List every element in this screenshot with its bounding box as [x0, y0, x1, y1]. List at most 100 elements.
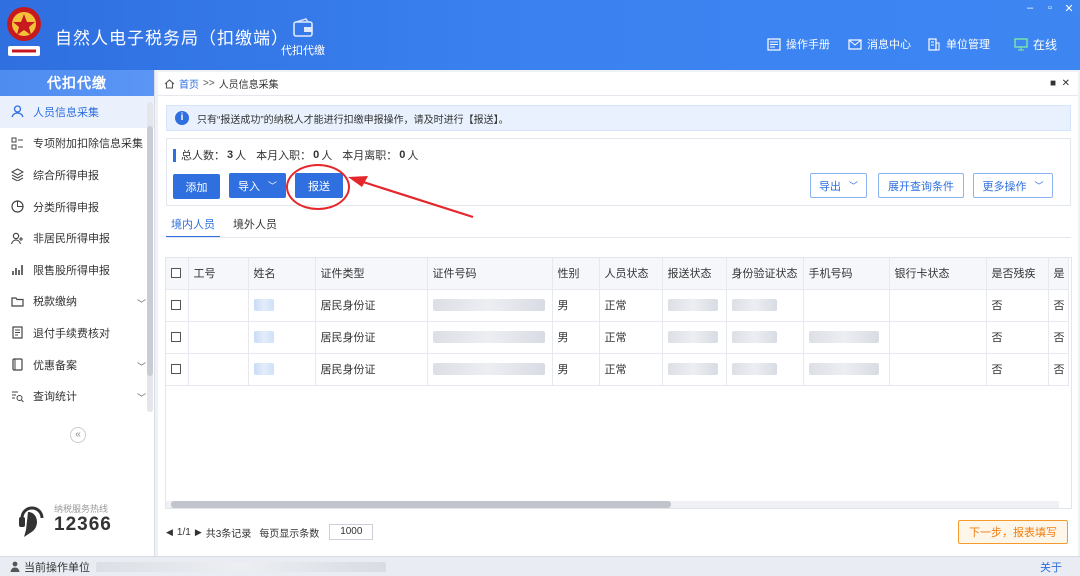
tabs-divider [166, 237, 1071, 238]
sidebar-item-label: 优惠备案 [33, 359, 77, 372]
tab-overseas[interactable]: 境外人员 [228, 216, 282, 238]
next-step-button[interactable]: 下一步，报表填写 [958, 520, 1068, 544]
breadcrumb-separator: >> [203, 78, 215, 89]
col-header: 性别 [552, 258, 600, 290]
col-header: 身份验证状态 [726, 258, 804, 290]
sidebar-item-label: 退付手续费核对 [33, 327, 110, 340]
sidebar-item-comprehensive-income[interactable]: 综合所得申报 [0, 159, 154, 191]
sidebar-item-tax-payment[interactable]: 税款缴纳 ﹀ [0, 286, 154, 318]
submit-status-cell [662, 321, 727, 354]
redacted-name [253, 299, 274, 312]
module-withholding[interactable]: 代扣代缴 [278, 18, 328, 58]
redacted-verify-status [731, 299, 777, 312]
table-horizontal-scrollbar[interactable] [166, 501, 1059, 508]
joined-count: 0 [313, 149, 320, 161]
search-list-icon [10, 389, 24, 403]
close-tab-icon[interactable]: ■ ✕ [1050, 78, 1070, 89]
about-link[interactable]: 关于 [1040, 559, 1062, 575]
sidebar-item-personnel-info[interactable]: 人员信息采集 [0, 96, 154, 128]
hotline-panel: 纳税服务热线 12366 [16, 498, 146, 543]
status-cell: 正常 [599, 321, 663, 354]
employee-id-cell [188, 321, 249, 354]
layers-icon [10, 168, 24, 182]
table-row[interactable]: 居民身份证 男 正常 否 否 [166, 353, 1069, 386]
maximize-button[interactable]: ▫ [1043, 2, 1057, 14]
bank-card-cell [889, 353, 987, 386]
sidebar-item-special-deduction[interactable]: 专项附加扣除信息采集 [0, 128, 154, 160]
table-header-row: 工号 姓名 证件类型 证件号码 性别 人员状态 报送状态 身份验证状态 手机号码… [166, 258, 1069, 290]
monitor-icon [1014, 38, 1028, 51]
more-actions-button[interactable]: 更多操作 ﹀ [973, 173, 1053, 198]
collapse-sidebar-button[interactable]: « [70, 427, 86, 443]
tab-domestic[interactable]: 境内人员 [166, 216, 220, 238]
per-page-label: 每页显示条数 [259, 528, 320, 540]
unit-management-button[interactable]: 单位管理 [927, 36, 990, 52]
col-header: 是否残疾 [986, 258, 1049, 290]
more-actions-label: 更多操作 [982, 180, 1027, 193]
online-status[interactable]: 在线 [1014, 36, 1057, 53]
sidebar-item-label: 限售股所得申报 [33, 264, 110, 277]
mail-icon [848, 38, 862, 50]
disabled-cell: 否 [986, 353, 1049, 386]
col-header: 手机号码 [803, 258, 890, 290]
extra-cell: 否 [1048, 321, 1069, 354]
manual-button[interactable]: 操作手册 [767, 36, 830, 52]
col-header: 证件号码 [427, 258, 553, 290]
wallet-icon [293, 18, 313, 37]
bank-card-cell [889, 321, 987, 354]
page-indicator: 1/1 [176, 526, 191, 538]
row-checkbox[interactable] [171, 300, 181, 311]
table-row[interactable]: 居民身份证 男 正常 否 否 [166, 321, 1069, 354]
import-dropdown-button[interactable]: 导入 ﹀ [229, 173, 286, 198]
redacted-verify-status [731, 331, 777, 344]
bar-chart-icon [10, 263, 24, 277]
prev-page-icon[interactable]: ◀ [166, 527, 173, 538]
left-unit: 人 [407, 150, 419, 162]
pagination: ◀ 1/1 ▶ 共3条记录 每页显示条数 1000 [166, 524, 374, 540]
table-row[interactable]: 居民身份证 男 正常 否 否 [166, 289, 1069, 322]
redacted-submit-status [667, 331, 718, 344]
accent-bar [173, 148, 176, 162]
sidebar-item-query-stats[interactable]: 查询统计 ﹀ [0, 380, 154, 412]
add-button[interactable]: 添加 [173, 174, 220, 199]
sidebar-item-refund-fee[interactable]: 退付手续费核对 [0, 317, 154, 349]
redacted-verify-status [731, 363, 777, 376]
total-unit: 人 [235, 150, 247, 162]
sidebar-item-nonresident[interactable]: 非居民所得申报 [0, 222, 154, 254]
row-checkbox[interactable] [171, 332, 181, 343]
sidebar-item-preferential-filing[interactable]: 优惠备案 ﹀ [0, 349, 154, 381]
folder-icon [10, 294, 24, 308]
select-all-checkbox[interactable] [171, 268, 181, 279]
message-center-button[interactable]: 消息中心 [848, 36, 911, 52]
doc-icon [10, 326, 24, 340]
notice-text: 只有“报送成功”的纳税人才能进行扣缴申报操作，请及时进行【报送】。 [197, 114, 509, 126]
gender-cell: 男 [552, 353, 600, 386]
sidebar-scrollbar[interactable] [147, 102, 153, 412]
expand-query-button[interactable]: 展开查询条件 [878, 173, 964, 198]
sidebar-item-label: 税款缴纳 [33, 296, 77, 309]
minimize-button[interactable]: – [1023, 2, 1037, 14]
col-header: 人员状态 [599, 258, 663, 290]
gender-cell: 男 [552, 321, 600, 354]
online-label: 在线 [1033, 38, 1058, 52]
row-checkbox[interactable] [171, 364, 181, 375]
sidebar-item-category-income[interactable]: 分类所得申报 [0, 191, 154, 223]
row-select-cell [166, 321, 189, 354]
gender-cell: 男 [552, 289, 600, 322]
import-label: 导入 [237, 180, 260, 193]
joined-label: 本月入职： [256, 150, 312, 162]
next-page-icon[interactable]: ▶ [195, 527, 202, 538]
phone-cell [803, 289, 890, 322]
col-header: 是 [1048, 258, 1069, 290]
sidebar-item-restricted-stock[interactable]: 限售股所得申报 [0, 254, 154, 286]
hotline-number: 12366 [54, 514, 112, 535]
chevron-down-icon: ﹀ [136, 298, 146, 309]
book-icon [10, 358, 24, 372]
export-dropdown-button[interactable]: 导出 ﹀ [810, 173, 867, 198]
breadcrumb-home-link[interactable]: 首页 [179, 76, 199, 91]
notice-banner: i 只有“报送成功”的纳税人才能进行扣缴申报操作，请及时进行【报送】。 [166, 105, 1071, 131]
window-close-button[interactable]: ✕ [1062, 2, 1076, 15]
per-page-input[interactable]: 1000 [329, 524, 374, 540]
row-select-cell [166, 289, 189, 322]
manual-icon [767, 37, 781, 51]
